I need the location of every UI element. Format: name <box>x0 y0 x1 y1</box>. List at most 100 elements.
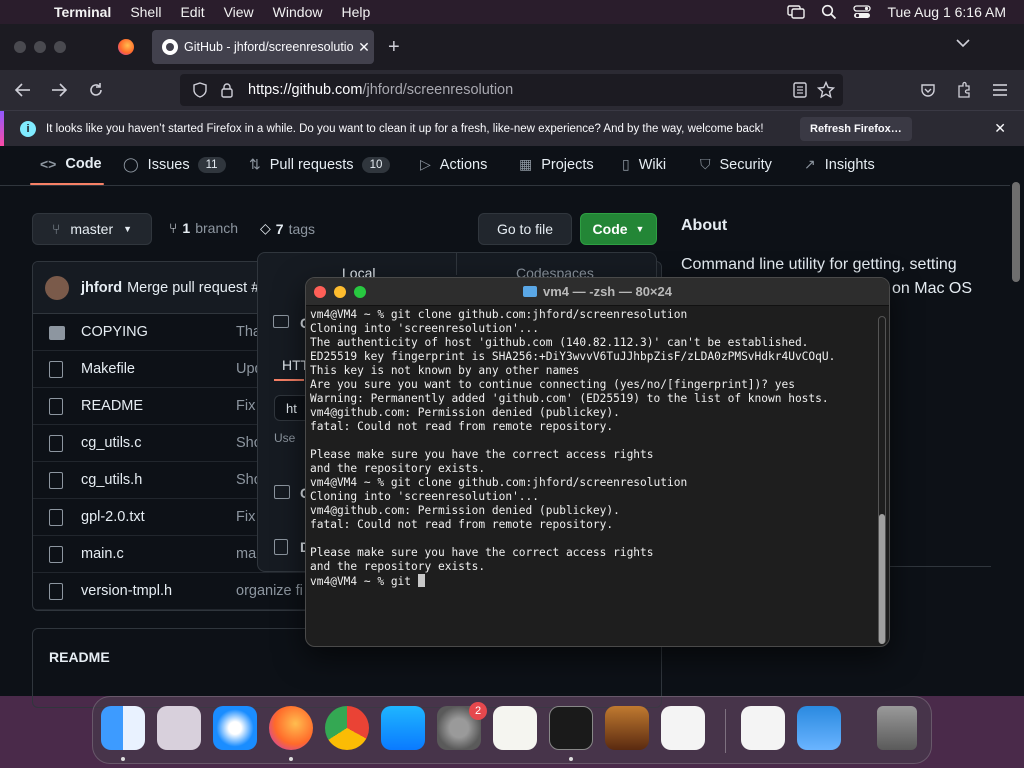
url-bar[interactable]: https://github.com/jhford/screenresoluti… <box>180 74 843 106</box>
app-menu-icon[interactable] <box>992 83 1008 97</box>
pocket-icon[interactable] <box>920 82 936 98</box>
tags-label: tags <box>288 220 316 237</box>
window-close-button[interactable] <box>14 41 26 53</box>
reader-view-icon[interactable] <box>793 82 807 98</box>
app-store-icon[interactable] <box>381 706 425 750</box>
menu-window[interactable]: Window <box>273 4 323 20</box>
finder-icon[interactable] <box>101 706 145 750</box>
lock-icon[interactable] <box>220 82 234 98</box>
firefox-view-icon[interactable] <box>118 39 134 55</box>
code-dropdown-button[interactable]: Code ▼ <box>580 213 657 245</box>
terminal-line: and the repository exists. <box>310 560 486 573</box>
refresh-firefox-button[interactable]: Refresh Firefox… <box>800 117 912 141</box>
file-name[interactable]: cg_utils.h <box>81 472 142 488</box>
menubar-clock[interactable]: Tue Aug 1 6:16 AM <box>887 4 1006 20</box>
forward-icon[interactable] <box>50 82 68 98</box>
divider <box>456 253 457 275</box>
tab-security[interactable]: ⛉ Security <box>700 156 772 173</box>
tab-wiki-label: Wiki <box>638 156 667 173</box>
tab-issues[interactable]: ◯ Issues 11 <box>123 156 226 173</box>
refresh-firefox-notification: i It looks like you haven’t started Fire… <box>0 110 1024 147</box>
garageband-icon[interactable] <box>605 706 649 750</box>
back-icon[interactable] <box>14 82 32 98</box>
visual-studio-icon[interactable] <box>741 706 785 750</box>
terminal-scrollbar[interactable] <box>878 308 886 644</box>
file-name[interactable]: gpl-2.0.txt <box>81 509 145 525</box>
file-name[interactable]: README <box>81 398 143 414</box>
new-tab-button[interactable]: + <box>388 36 400 59</box>
trash-icon[interactable] <box>877 706 917 750</box>
file-commit-message[interactable]: Fix <box>236 398 255 414</box>
notification-close-icon[interactable]: ✕ <box>994 120 1006 137</box>
tab-pull-requests[interactable]: ⇅ Pull requests 10 <box>249 156 391 173</box>
file-name[interactable]: main.c <box>81 546 124 562</box>
issue-opened-icon: ◯ <box>123 156 139 172</box>
readme-title[interactable]: README <box>49 649 110 665</box>
menu-view[interactable]: View <box>224 4 254 20</box>
spotlight-search-icon[interactable] <box>821 4 837 20</box>
file-commit-message[interactable]: ma <box>236 546 256 562</box>
terminal-line: vm4@github.com: Permission denied (publi… <box>310 504 620 517</box>
tab-insights-label: Insights <box>824 156 875 173</box>
terminal-line: Please make sure you have the correct ac… <box>310 448 654 461</box>
go-to-file-button[interactable]: Go to file <box>478 213 572 245</box>
window-zoom-button[interactable] <box>54 41 66 53</box>
menu-help[interactable]: Help <box>341 4 370 20</box>
terminal-line: and the repository exists. <box>310 462 486 475</box>
tab-insights[interactable]: ↗ Insights <box>804 156 875 173</box>
control-center-icon[interactable] <box>853 5 872 19</box>
file-name[interactable]: Makefile <box>81 361 135 377</box>
tab-github[interactable]: GitHub - jhford/screenresolution ✕ <box>152 30 374 64</box>
terminal-line: Warning: Permanently added 'github.com' … <box>310 392 829 405</box>
tab-projects[interactable]: ▦ Projects <box>519 156 594 173</box>
shield-icon[interactable] <box>192 82 208 98</box>
file-name[interactable]: COPYING <box>81 324 148 340</box>
safari-icon[interactable] <box>213 706 257 750</box>
tab-code[interactable]: <> Code <box>40 156 102 172</box>
dock-separator <box>725 709 726 753</box>
menu-shell[interactable]: Shell <box>130 4 161 20</box>
tab-code-label: Code <box>65 156 102 172</box>
file-name[interactable]: version-tmpl.h <box>81 583 172 599</box>
file-commit-message[interactable]: organize fi <box>236 583 303 599</box>
firefox-icon[interactable] <box>269 706 313 750</box>
avatar[interactable] <box>45 275 69 300</box>
list-all-tabs-icon[interactable] <box>956 38 970 48</box>
vscode-icon[interactable] <box>661 706 705 750</box>
branch-select-button[interactable]: ⑂ master ▼ <box>32 213 152 245</box>
branches-link[interactable]: ⑂ 1 branch <box>169 220 238 236</box>
menu-app-terminal[interactable]: Terminal <box>54 4 111 20</box>
terminal-app-icon[interactable] <box>549 706 593 750</box>
repo-nav: <> Code ◯ Issues 11 ⇅ Pull requests 10 ▷… <box>0 146 1010 186</box>
tab-actions[interactable]: ▷ Actions <box>420 156 487 173</box>
page-scrollbar[interactable] <box>1012 182 1020 282</box>
dock: 2 <box>92 696 932 764</box>
screen-mirroring-icon[interactable] <box>787 5 806 19</box>
commit-message[interactable]: Merge pull request # <box>127 280 259 296</box>
url-host: https://github.com <box>248 82 363 98</box>
file-name[interactable]: cg_utils.c <box>81 435 141 451</box>
chrome-icon[interactable] <box>325 706 369 750</box>
window-minimize-button[interactable] <box>34 41 46 53</box>
textedit-icon[interactable] <box>493 706 537 750</box>
terminal-window[interactable]: vm4 — -zsh — 80×24 vm4@VM4 ~ % git clone… <box>305 277 890 647</box>
extensions-icon[interactable] <box>956 81 972 99</box>
launchpad-icon[interactable] <box>157 706 201 750</box>
tab-close-icon[interactable]: ✕ <box>354 39 374 56</box>
pull-requests-count-badge: 10 <box>361 156 391 173</box>
terminal-title: vm4 — -zsh — 80×24 <box>306 284 889 299</box>
terminal-titlebar[interactable]: vm4 — -zsh — 80×24 <box>306 278 889 306</box>
system-settings-icon[interactable]: 2 <box>437 702 487 750</box>
bookmark-star-icon[interactable] <box>817 81 835 99</box>
scrollbar-thumb[interactable] <box>879 514 885 644</box>
menu-edit[interactable]: Edit <box>180 4 204 20</box>
tab-wiki[interactable]: ▯ Wiki <box>622 156 666 173</box>
tags-link[interactable]: ◇ 7 tags <box>260 220 315 237</box>
file-commit-message[interactable]: Fix <box>236 509 255 525</box>
weather-icon[interactable] <box>797 706 841 750</box>
code-button-label: Code <box>592 221 628 237</box>
reload-icon[interactable] <box>88 82 104 98</box>
commit-author[interactable]: jhford <box>81 280 122 296</box>
terminal-output[interactable]: vm4@VM4 ~ % git clone github.com:jhford/… <box>310 308 872 638</box>
running-indicator <box>121 757 125 761</box>
